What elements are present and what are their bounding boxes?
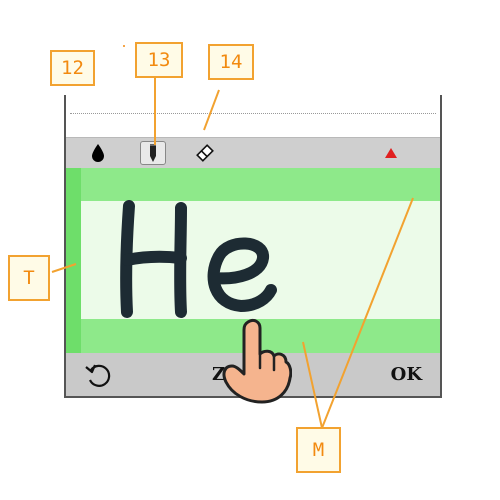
- callout-12: 12: [50, 50, 95, 86]
- triangle-up-icon: [385, 148, 397, 158]
- handwritten-text: [120, 200, 277, 318]
- ink-tool-button[interactable]: [85, 141, 111, 165]
- dotted-separator: [70, 113, 436, 114]
- text-field-edge: [66, 168, 81, 353]
- ok-button[interactable]: OK: [391, 364, 422, 385]
- pen-icon: [150, 144, 156, 162]
- eraser-icon: [196, 144, 214, 162]
- menu-toggle-button[interactable]: [378, 141, 404, 165]
- rotate-icon[interactable]: [84, 361, 114, 389]
- ink-drop-icon: [92, 144, 104, 162]
- callout-t: T: [8, 255, 50, 301]
- pen-tool-button[interactable]: [140, 141, 166, 165]
- callout-13: 13: [135, 42, 183, 78]
- hand-pointer-icon: [222, 318, 292, 404]
- toolbar: [66, 137, 440, 168]
- screen: ZOOM OK 12 13 14 T M: [0, 0, 500, 500]
- callout-14: 14: [208, 44, 254, 80]
- callout-m: M: [296, 427, 341, 473]
- eraser-tool-button[interactable]: [192, 141, 218, 165]
